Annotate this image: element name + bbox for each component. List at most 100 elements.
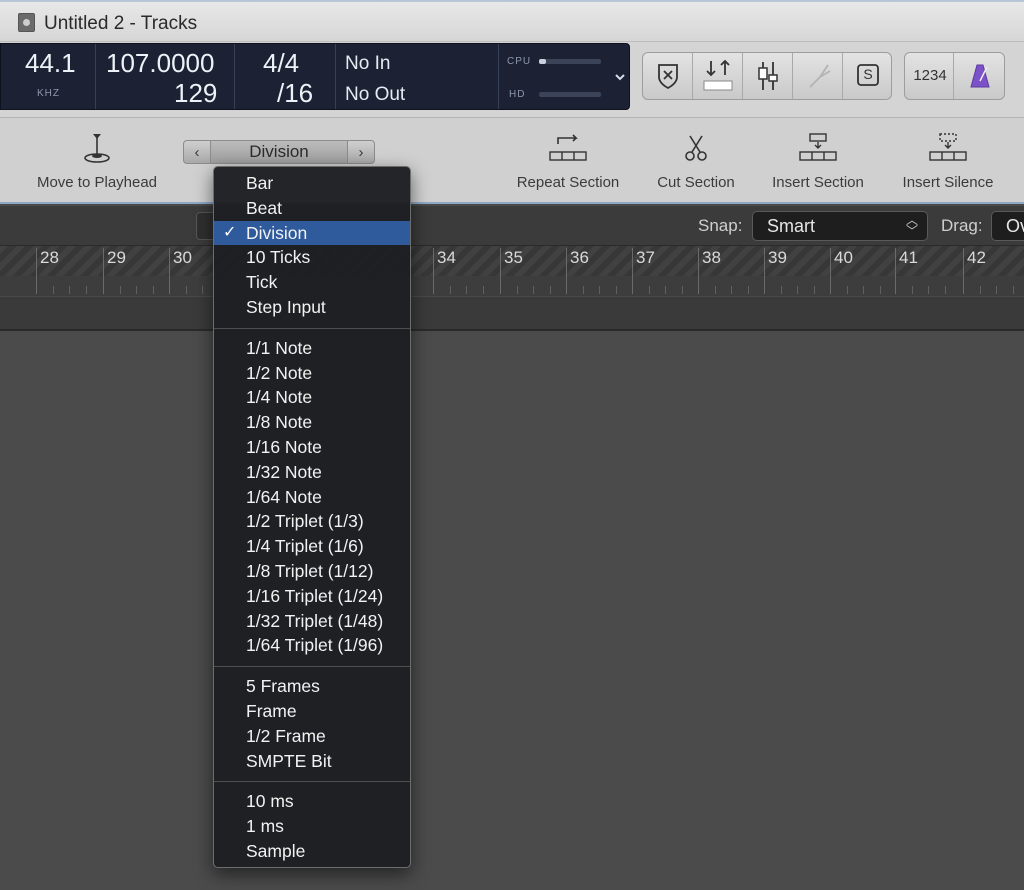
chevron-right-icon: ›	[358, 144, 364, 161]
ruler-bar-number: 40	[834, 248, 853, 267]
ruler-bar-line	[36, 248, 37, 294]
lcd-display[interactable]: 44.1 KHZ 107.0000 129 4/4 /16 No In No O…	[0, 43, 630, 110]
cpu-meter-fill	[539, 59, 547, 64]
drag-select[interactable]: Overlap	[991, 211, 1024, 241]
insert-silence-button[interactable]: Insert Silence	[894, 132, 1002, 191]
ruler-tick	[681, 286, 683, 294]
menu-item-label: 5 Frames	[246, 676, 320, 697]
menu-item[interactable]: 1/64 Triplet (1/96)	[214, 633, 410, 658]
division-value[interactable]: Division	[210, 140, 348, 164]
insert-silence-icon	[928, 132, 968, 164]
division-prev-button[interactable]: ‹	[183, 140, 211, 164]
menu-item-label: 1/64 Triplet (1/96)	[246, 635, 384, 656]
menu-item[interactable]: 10 ms	[214, 789, 410, 814]
menu-item[interactable]: 1/1 Note	[214, 336, 410, 361]
menu-item[interactable]: 1/4 Note	[214, 385, 410, 410]
menu-item[interactable]: 1/2 Note	[214, 361, 410, 386]
menu-item[interactable]: 5 Frames	[214, 674, 410, 699]
menu-item[interactable]: Bar	[214, 171, 410, 196]
menu-item-label: 1/1 Note	[246, 337, 313, 358]
lcd-tempo: 107.0000 129	[96, 44, 235, 109]
menu-item[interactable]: Frame	[214, 699, 410, 724]
snap-select[interactable]: Smart ︿ ﹀	[752, 211, 928, 241]
menu-item-label: 10 ms	[246, 791, 294, 812]
hd-meter	[539, 92, 601, 97]
playhead-icon	[77, 132, 117, 164]
ruler-bar-number: 36	[570, 248, 589, 267]
tuner-button[interactable]	[793, 53, 843, 99]
metronome-icon	[970, 64, 990, 88]
menu-item[interactable]: 1/8 Triplet (1/12)	[214, 559, 410, 584]
menu-item-label: 1/64 Note	[246, 486, 322, 507]
menu-item[interactable]: 1/32 Triplet (1/48)	[214, 609, 410, 634]
solo-label: S	[863, 66, 873, 82]
menu-item[interactable]: ✓ Division	[214, 220, 410, 246]
menu-item[interactable]: 1/16 Triplet (1/24)	[214, 584, 410, 609]
repeat-section-button[interactable]: Repeat Section	[510, 132, 626, 191]
menu-item[interactable]: Beat	[214, 196, 410, 221]
menu-separator	[214, 327, 410, 329]
ruler-tick	[1012, 286, 1014, 294]
menu-item[interactable]: 1/4 Triplet (1/6)	[214, 534, 410, 559]
solo-button[interactable]: S	[843, 53, 893, 99]
lcd-signature: 4/4 /16	[235, 44, 336, 109]
menu-item[interactable]: Sample	[214, 839, 410, 864]
menu-item[interactable]: 1/32 Note	[214, 460, 410, 485]
insert-section-button[interactable]: Insert Section	[764, 132, 872, 191]
ruler-tick	[549, 286, 551, 294]
menu-item[interactable]: 1/16 Note	[214, 435, 410, 460]
menu-item[interactable]: Step Input	[214, 295, 410, 320]
ruler-bar-line	[103, 248, 104, 294]
lcd-chevron-down-icon[interactable]	[613, 70, 627, 84]
menu-item-label: 1/4 Triplet (1/6)	[246, 536, 364, 557]
track-strip	[0, 297, 1024, 331]
division-next-button[interactable]: ›	[347, 140, 375, 164]
updown-chevron-icon: ︿ ﹀	[905, 213, 918, 238]
menu-item-label: 1/2 Frame	[246, 725, 326, 746]
timeline-ruler[interactable]: 28 29 30 34 35 36 37 38 39 40 41 42	[0, 246, 1024, 296]
division-selector[interactable]: ‹ Division ›	[183, 140, 375, 164]
ruler-bar-line	[632, 248, 633, 294]
menu-item-label: 1/8 Triplet (1/12)	[246, 560, 374, 581]
lcd-meters: CPU HD	[499, 44, 609, 109]
ruler-bar-line	[764, 248, 765, 294]
ruler-tick	[482, 286, 484, 294]
mixer-button[interactable]	[743, 53, 793, 99]
ruler-bar-number: 28	[40, 248, 59, 267]
ruler-tick	[879, 286, 881, 294]
ruler-bar-line	[500, 248, 501, 294]
menu-item[interactable]: 1/2 Frame	[214, 724, 410, 749]
ruler-tick	[846, 286, 848, 294]
replace-button[interactable]	[643, 53, 693, 99]
menu-item[interactable]: 10 Ticks	[214, 245, 410, 270]
menu-item-label: Sample	[246, 840, 306, 861]
menu-item[interactable]: 1/2 Triplet (1/3)	[214, 509, 410, 534]
ruler-bar-number: 41	[899, 248, 918, 267]
snap-value: Smart	[767, 216, 816, 236]
count-in-button[interactable]: 1234	[905, 53, 954, 99]
cpu-label: CPU	[507, 56, 532, 67]
cut-section-label: Cut Section	[657, 174, 735, 191]
menu-item[interactable]: Tick	[214, 270, 410, 295]
insert-section-label: Insert Section	[772, 174, 864, 191]
move-to-playhead-button[interactable]: Move to Playhead	[30, 132, 164, 191]
ruler-bar-line	[895, 248, 896, 294]
sample-rate-unit: KHZ	[37, 88, 60, 99]
autopunch-button[interactable]	[693, 53, 743, 99]
ruler-tick	[449, 286, 451, 294]
menu-item[interactable]: 1/64 Note	[214, 485, 410, 510]
metronome-button[interactable]	[954, 53, 1004, 99]
ruler-bar-line	[830, 248, 831, 294]
menu-item-label: 1/16 Triplet (1/24)	[246, 585, 384, 606]
menu-item[interactable]: 1 ms	[214, 814, 410, 839]
ruler-tick	[582, 286, 584, 294]
ruler-tick	[731, 286, 732, 294]
menu-item[interactable]: SMPTE Bit	[214, 749, 410, 774]
ruler-tick	[863, 286, 864, 294]
cut-section-button[interactable]: Cut Section	[650, 132, 742, 191]
snap-label: Snap:	[698, 216, 743, 235]
ruler-tick	[648, 286, 650, 294]
tracks-workspace[interactable]	[0, 333, 1024, 890]
menu-item[interactable]: 1/8 Note	[214, 410, 410, 435]
menu-item-label: 1/2 Note	[246, 362, 313, 383]
